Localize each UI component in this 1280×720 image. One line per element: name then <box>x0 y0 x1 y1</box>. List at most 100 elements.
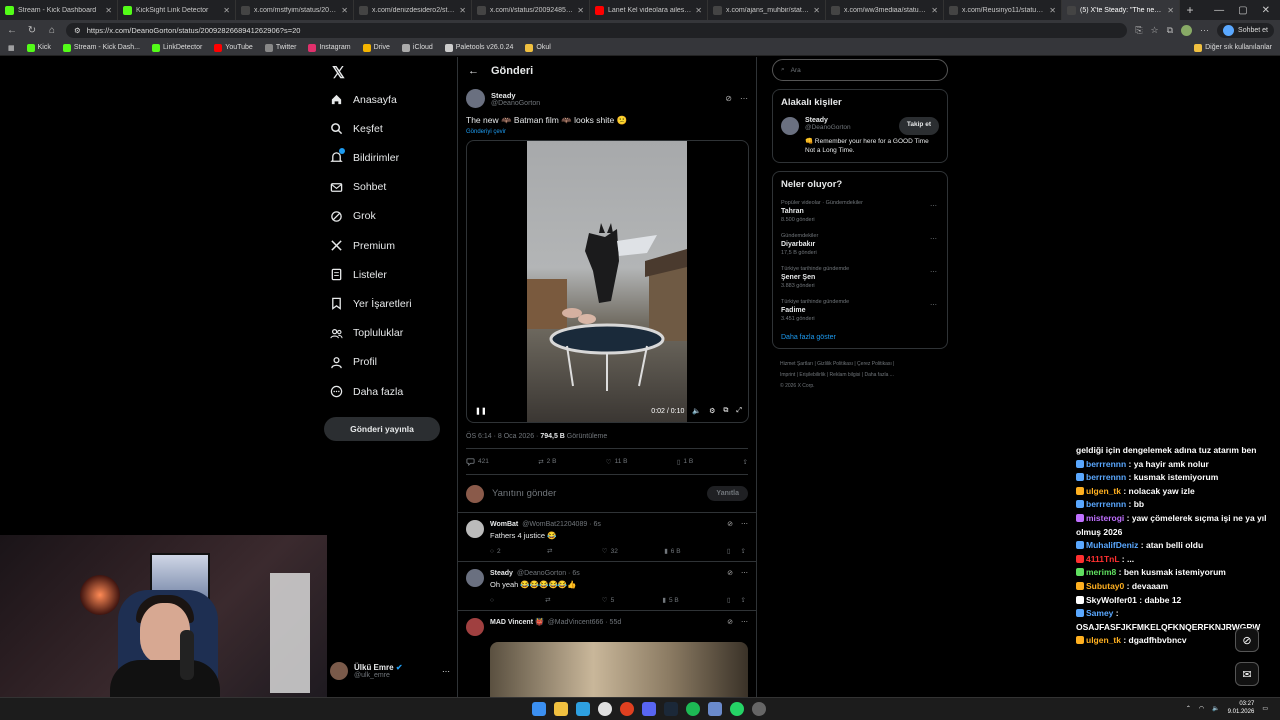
like-button[interactable]: ♡ 32 <box>602 547 618 556</box>
site-info-icon[interactable]: ⚙ <box>74 26 81 35</box>
spotify-icon[interactable] <box>686 702 700 716</box>
share-button[interactable]: ⇪ <box>741 596 746 604</box>
share-button[interactable]: ⇪ <box>743 457 748 466</box>
footer-line-1[interactable]: Hizmet Şartları | Gizlilik Politikası | … <box>780 359 940 370</box>
more-icon[interactable]: ⋯ <box>741 520 748 528</box>
more-icon[interactable]: ⋯ <box>741 569 748 577</box>
search-input[interactable]: ⌕ Ara <box>772 59 948 81</box>
footer-line-2[interactable]: Imprint | Erişilebilirlik | Reklam bilgi… <box>780 370 940 381</box>
avatar[interactable] <box>466 569 484 587</box>
bookmark-item[interactable]: YouTube <box>214 43 253 52</box>
repost-button[interactable]: ⇄ <box>545 596 553 604</box>
views-button[interactable]: ▮ 6 B <box>664 547 680 556</box>
bookmark-item[interactable]: LinkDetector <box>152 43 202 52</box>
trend-item[interactable]: Gündemdekiler Diyarbakır 17,5 B gönderi ⋯ <box>781 233 939 256</box>
grok-icon[interactable]: ⊘ <box>727 520 733 528</box>
trend-item[interactable]: Popüler videolar · Gündemdekiler Tahran 8.… <box>781 200 939 223</box>
more-icon[interactable]: ⋯ <box>442 667 450 676</box>
back-arrow-icon[interactable]: ← <box>468 65 479 77</box>
apps-icon[interactable]: ▦ <box>8 44 15 52</box>
nav-item[interactable]: Daha fazla <box>330 385 403 398</box>
volume-icon[interactable]: 🔈 <box>1212 705 1219 712</box>
post-author-name[interactable]: Steady <box>491 91 540 100</box>
reply-button[interactable]: ○ <box>490 596 497 604</box>
refresh-icon[interactable]: ↻ <box>26 25 38 36</box>
post-timestamp[interactable]: ÖS 6:14 · 8 Oca 2026 · <box>466 433 540 440</box>
fullscreen-icon[interactable]: ⤢ <box>736 407 742 415</box>
account-switcher[interactable]: Ülkü Emre ✔ @ulk_emre ⋯ <box>330 659 450 683</box>
video-player[interactable]: ❚❚ 0:02 / 0:10 🔈 ⚙ ⧉ ⤢ <box>466 140 749 423</box>
bookmark-button[interactable]: ▯ 1 B <box>677 457 693 466</box>
pause-icon[interactable]: ❚❚ <box>475 407 487 415</box>
url-field[interactable]: ⚙ https://x.com/DeanoGorton/status/20092… <box>66 22 1128 38</box>
views-button[interactable]: ▮ 5 B <box>662 596 678 605</box>
more-icon[interactable]: ⋯ <box>930 268 937 276</box>
browser-tab[interactable]: x.com/mstfyim/status/20092363 ✕ <box>236 0 354 20</box>
chat-username[interactable]: Samey <box>1086 608 1113 618</box>
back-icon[interactable]: ← <box>6 25 18 36</box>
bookmark-item[interactable]: Kick <box>26 43 51 52</box>
new-tab-button[interactable]: + <box>1180 3 1200 17</box>
chat-username[interactable]: Subutay0 <box>1086 581 1124 591</box>
reply-button[interactable]: 421 <box>466 457 489 466</box>
close-icon[interactable]: ✕ <box>931 6 938 15</box>
bookmark-item[interactable]: Twitter <box>264 43 296 52</box>
chat-username[interactable]: ulgen_tk <box>1086 486 1121 496</box>
repost-button[interactable]: ⇄ <box>547 547 555 555</box>
trend-item[interactable]: Türkiye tarihinde gündemde Şener Şen 3.883… <box>781 266 939 289</box>
nav-item[interactable]: Bildirimler <box>330 148 399 164</box>
app-icon[interactable] <box>708 702 722 716</box>
grok-icon[interactable]: ⊘ <box>727 618 733 626</box>
discord-icon[interactable] <box>642 702 656 716</box>
grok-icon[interactable]: ⊘ <box>727 569 733 577</box>
chat-username[interactable]: 4111TnL <box>1086 554 1119 564</box>
clock[interactable]: 03:27 9.01.2026 <box>1228 701 1255 717</box>
nav-item[interactable]: Grok <box>330 210 376 223</box>
chevron-up-icon[interactable]: ⌃ <box>1186 705 1191 712</box>
nav-item[interactable]: Premium <box>330 239 395 252</box>
minimize-icon[interactable]: — <box>1214 5 1224 16</box>
more-icon[interactable]: ⋯ <box>741 618 748 626</box>
chat-profile-button[interactable]: Sohbet et <box>1217 22 1274 38</box>
volume-icon[interactable]: 🔈 <box>692 407 701 415</box>
close-icon[interactable]: ✕ <box>1049 6 1056 15</box>
close-icon[interactable]: ✕ <box>577 6 584 15</box>
x-logo-icon[interactable]: 𝕏 <box>332 63 345 83</box>
reply-submit-button[interactable]: Yanıtla <box>707 486 748 501</box>
pip-icon[interactable]: ⧉ <box>723 407 728 415</box>
browser-tab[interactable]: KickSight Link Detector ✕ <box>118 0 236 20</box>
reply-author-name[interactable]: Steady <box>490 570 513 577</box>
chat-username[interactable]: MuhalifDeniz <box>1086 540 1138 550</box>
avatar[interactable] <box>1181 24 1193 36</box>
browser-tab[interactable]: x.com/ajans_muhbir/status/2009✕ <box>708 0 826 20</box>
nav-item[interactable]: Anasayfa <box>330 93 397 106</box>
share-button[interactable]: ⇪ <box>741 547 746 555</box>
chat-username[interactable]: misterogi <box>1086 513 1124 523</box>
chat-username[interactable]: berrrennn <box>1086 472 1126 482</box>
translate-link[interactable]: Gönderiyi çevir <box>466 129 748 135</box>
bookmark-item[interactable]: Paletools v26.0.24 <box>444 43 513 52</box>
browser-tab[interactable]: Lanet Kel videolara ailesi ne tepk✕ <box>590 0 708 20</box>
recorder-icon[interactable] <box>620 702 634 716</box>
home-icon[interactable]: ⌂ <box>46 25 58 36</box>
reply-author-name[interactable]: WomBat <box>490 521 518 528</box>
show-more-link[interactable]: Daha fazla göster <box>781 334 939 341</box>
whatsapp-icon[interactable] <box>730 702 744 716</box>
close-icon[interactable]: ✕ <box>695 6 702 15</box>
post-author-handle[interactable]: @DeanoGorton <box>491 100 540 107</box>
more-icon[interactable]: ⋯ <box>930 301 937 309</box>
grok-icon[interactable]: ⊘ <box>725 94 732 103</box>
wifi-icon[interactable]: ◠ <box>1199 705 1204 712</box>
bookmark-button[interactable]: ▯ <box>727 547 731 555</box>
chrome-icon[interactable] <box>598 702 612 716</box>
follow-button[interactable]: Takip et <box>898 117 939 135</box>
reply-post[interactable]: WomBat @WomBat21204089 · 6s ⊘ ⋯ Fathers 4 ju… <box>458 513 756 562</box>
close-icon[interactable]: ✕ <box>341 6 348 15</box>
mail-icon[interactable]: ✉ <box>1235 662 1259 686</box>
edge-icon[interactable] <box>576 702 590 716</box>
more-icon[interactable]: ⋯ <box>930 202 937 210</box>
bookmark-button[interactable]: ▯ <box>727 596 731 604</box>
browser-tab[interactable]: x.com/denizdesidero2/status/20 ✕ <box>354 0 472 20</box>
close-icon[interactable]: ✕ <box>223 6 230 15</box>
browser-tab[interactable]: (5) X'te Steady: "The new ..." Bat✕ <box>1062 0 1180 20</box>
